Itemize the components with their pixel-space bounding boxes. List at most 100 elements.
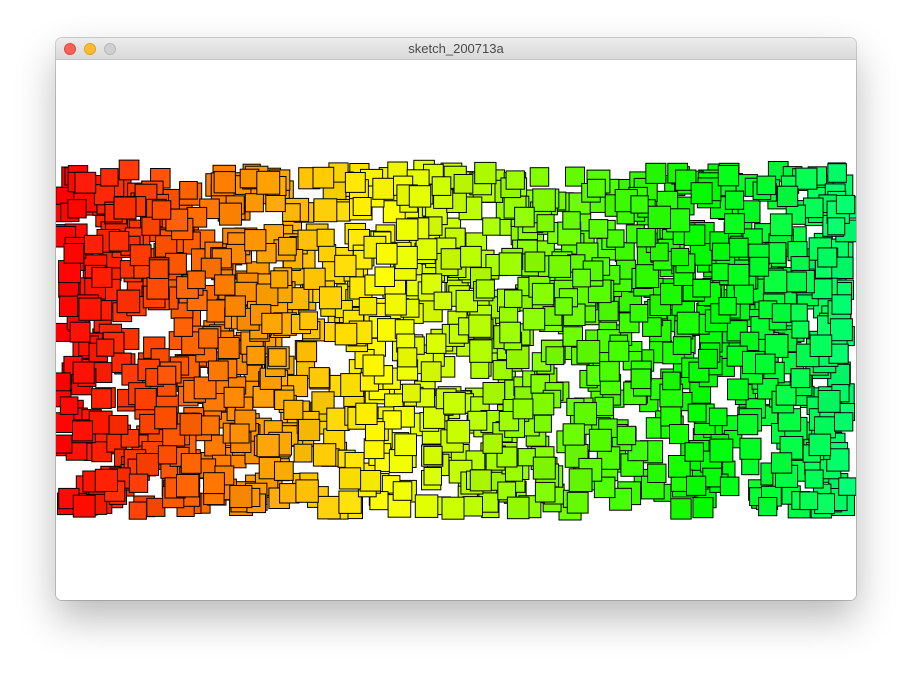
sketch-square [344, 172, 366, 193]
sketch-square [749, 256, 770, 277]
sketch-square [524, 251, 546, 273]
sketch-square [733, 284, 754, 305]
sketch-square [712, 242, 731, 261]
sketch-square [594, 396, 614, 417]
sketch-square [256, 434, 280, 458]
sketch-square [293, 443, 313, 463]
sketch-square [74, 171, 97, 194]
sketch-square [283, 399, 304, 420]
sketch-square [741, 457, 760, 476]
sketch-square [56, 412, 75, 434]
sketch-square [692, 278, 711, 298]
sketch-square [213, 171, 236, 194]
sketch-square [647, 463, 667, 484]
sketch-square [270, 270, 289, 289]
sketch-square [244, 229, 267, 252]
sketch-square [358, 297, 378, 316]
sketch-square [522, 307, 546, 331]
sketch-square [312, 443, 337, 467]
sketch-square [134, 388, 157, 411]
sketch-square [414, 494, 439, 518]
sketch-square [425, 333, 447, 354]
sketch-square [662, 371, 681, 391]
sketch-square [676, 311, 700, 335]
sketch-square [312, 166, 335, 189]
sketch-square [588, 219, 609, 239]
sketch-square [317, 495, 341, 520]
sketch-square [116, 289, 141, 314]
sketch-square [316, 228, 335, 247]
sketch-square [739, 437, 762, 460]
sketch-square [505, 170, 525, 190]
sketch-square [469, 469, 492, 492]
sketch-square [709, 438, 734, 463]
sketch-square [830, 318, 853, 342]
sketch-square [334, 322, 358, 346]
sketch-square [59, 396, 79, 415]
sketch-square [244, 193, 264, 213]
sketch-square [179, 181, 198, 200]
sketch-square [770, 452, 793, 474]
sketch-square [318, 244, 337, 263]
sketch-square [548, 255, 572, 278]
sketch-square [129, 244, 152, 267]
sketch-square [58, 295, 81, 318]
sketch-square [91, 388, 112, 409]
sketch-square [223, 386, 245, 408]
sketch-square [297, 229, 319, 251]
sketch-square [482, 433, 503, 454]
sketch-square [141, 216, 161, 236]
sketch-square [776, 185, 799, 207]
sketch-square [608, 340, 630, 362]
sketch-square [482, 217, 501, 236]
sketch-square [562, 423, 585, 446]
sketch-square [128, 473, 149, 493]
sketch-square [534, 481, 556, 503]
sketch-square [423, 467, 442, 486]
sketch-square [83, 234, 104, 255]
sketch-square [499, 321, 521, 344]
sketch-square [790, 368, 811, 389]
sketch-square [96, 338, 115, 357]
sketch-square [372, 177, 395, 200]
sketch-square [817, 390, 841, 413]
window-title: sketch_200713a [408, 41, 504, 56]
sketch-square [108, 415, 129, 435]
sketch-square [217, 337, 240, 359]
sketch-canvas[interactable] [56, 60, 856, 600]
sketch-square [517, 448, 536, 467]
sketch-square [758, 497, 778, 517]
sketch-square [724, 213, 745, 234]
sketch-square [72, 361, 95, 384]
sketch-square [504, 289, 523, 308]
sketch-square [420, 361, 442, 383]
sketch-square [799, 491, 819, 511]
sketch-square [338, 467, 362, 490]
sketch-square [319, 286, 342, 310]
sketch-square [514, 206, 535, 228]
sketch-square [573, 402, 598, 426]
sketch-square [198, 328, 219, 349]
sketch-square [392, 481, 413, 501]
sketch-square [408, 185, 432, 208]
sketch-square [460, 245, 482, 268]
sketch-square [56, 434, 73, 454]
sketch-square [108, 231, 130, 252]
sketch-square [647, 205, 672, 229]
sketch-square [100, 168, 119, 187]
sketch-square [334, 254, 357, 278]
sketch-square [298, 418, 321, 442]
sketch-square [149, 259, 169, 280]
sketch-square [669, 424, 690, 445]
sketch-square [355, 402, 378, 426]
sketch-square [645, 162, 667, 184]
sketch-square [809, 334, 833, 357]
sketch-square [709, 407, 728, 427]
sketch-square [219, 202, 242, 226]
sketch-square [157, 445, 178, 465]
sketch-square [719, 476, 740, 497]
sketch-square [278, 236, 297, 256]
sketch-square [711, 263, 730, 282]
sketch-square [397, 347, 418, 368]
title-bar[interactable]: sketch_200713a [56, 38, 856, 60]
